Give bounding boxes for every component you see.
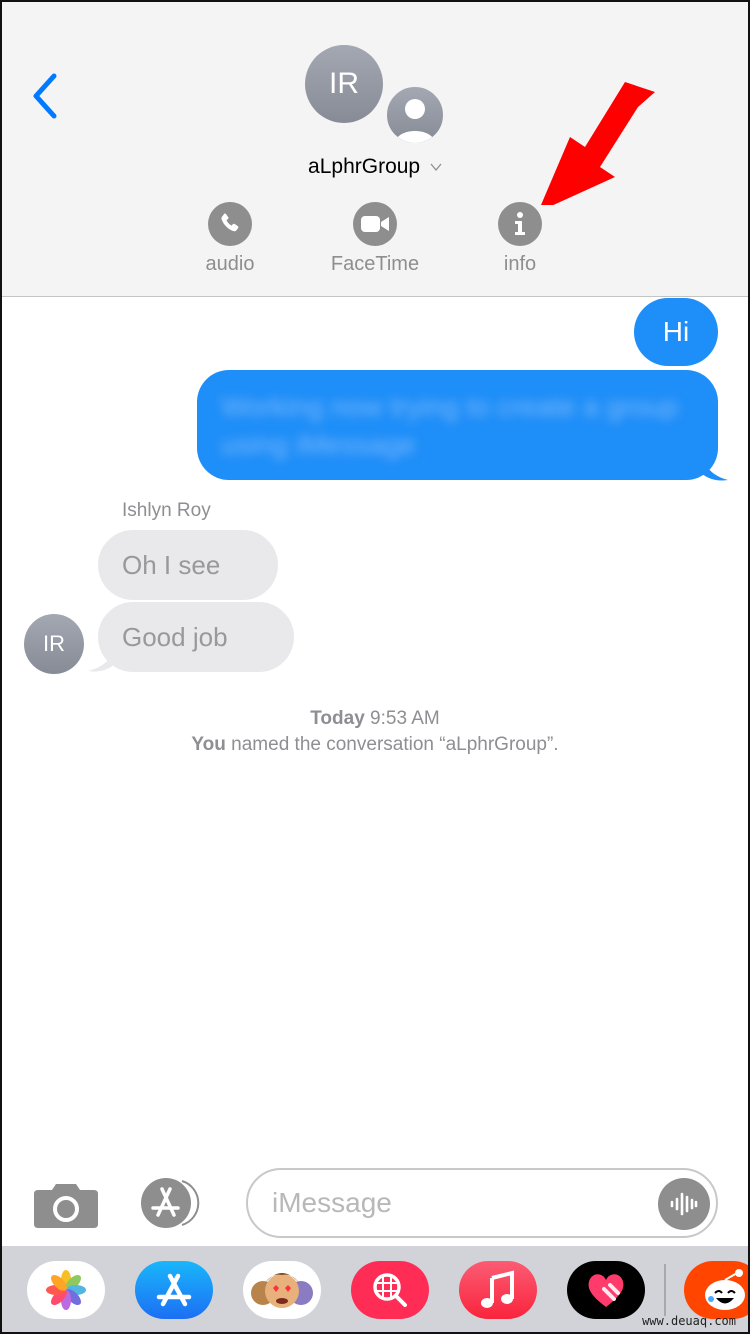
audio-button[interactable]: audio [170,202,290,276]
facetime-label: FaceTime [330,253,420,275]
info-button[interactable]: info [460,202,580,276]
app-reddit[interactable] [684,1261,750,1319]
bubble-tail [88,645,116,672]
message-text: Hi [662,316,690,347]
video-camera-icon [361,216,389,232]
heart-touch-icon [588,1274,624,1307]
app-photos[interactable] [27,1261,105,1319]
apps-button[interactable] [140,1177,212,1229]
bubble-tail [700,452,728,481]
incoming-message[interactable]: Oh I see [98,530,278,600]
system-event: You named the conversation “aLphrGroup”. [0,734,750,756]
memoji-icon [251,1273,313,1308]
avatar-initials: IR [329,67,359,100]
reddit-icon [705,1269,745,1310]
event-text: named the conversation “aLphrGroup”. [231,734,559,755]
message-text-blurred: Oh I see [122,549,221,580]
timestamp-day: Today [310,708,365,729]
group-avatar-secondary[interactable] [385,85,445,145]
globe-search-icon [373,1273,407,1307]
app-drawer: www.deuaq.com [0,1246,750,1334]
annotation-arrow [540,82,655,205]
drawer-divider [664,1264,666,1316]
back-button[interactable] [26,70,66,122]
watermark: www.deuaq.com [642,1314,736,1328]
compose-bar [0,1160,750,1246]
group-name: aLphrGroup [308,155,421,178]
message-text-blurred: Good job [122,621,228,652]
info-label: info [503,253,537,275]
audio-label: audio [205,253,255,275]
sender-name: Ishlyn Roy [122,500,211,521]
chevron-down-icon [430,164,442,172]
app-store-icon [156,1273,192,1307]
message-text-blurred: Working now trying to create a group usi… [221,391,679,460]
person-icon [395,99,435,143]
camera-button[interactable] [34,1182,98,1228]
facetime-button[interactable]: FaceTime [315,202,435,276]
camera-icon [34,1184,98,1228]
outgoing-message[interactable]: Working now trying to create a group usi… [197,370,718,480]
phone-icon [221,213,239,232]
message-input-field[interactable] [246,1168,718,1238]
photos-icon [46,1270,86,1310]
sender-avatar[interactable]: IR [24,614,84,674]
app-digital-touch[interactable] [567,1261,645,1319]
group-avatar-primary[interactable]: IR [305,45,383,123]
timestamp-time: 9:53 AM [370,708,440,729]
music-note-icon [481,1270,514,1308]
incoming-message[interactable]: Good job [98,602,294,672]
outgoing-message[interactable]: Hi [634,298,718,366]
app-store-icon [141,1178,200,1228]
waveform-icon [670,1192,698,1216]
audio-message-button[interactable] [658,1178,710,1230]
avatar-initials: IR [43,631,65,656]
app-memoji-stickers[interactable] [243,1261,321,1319]
message-input[interactable] [272,1182,632,1224]
chevron-left-icon [33,73,57,119]
app-music[interactable] [459,1261,537,1319]
event-actor: You [191,734,226,755]
app-app-store[interactable] [135,1261,213,1319]
app-images-search[interactable] [351,1261,429,1319]
info-icon [515,212,525,235]
system-timestamp: Today 9:53 AM [0,708,750,730]
